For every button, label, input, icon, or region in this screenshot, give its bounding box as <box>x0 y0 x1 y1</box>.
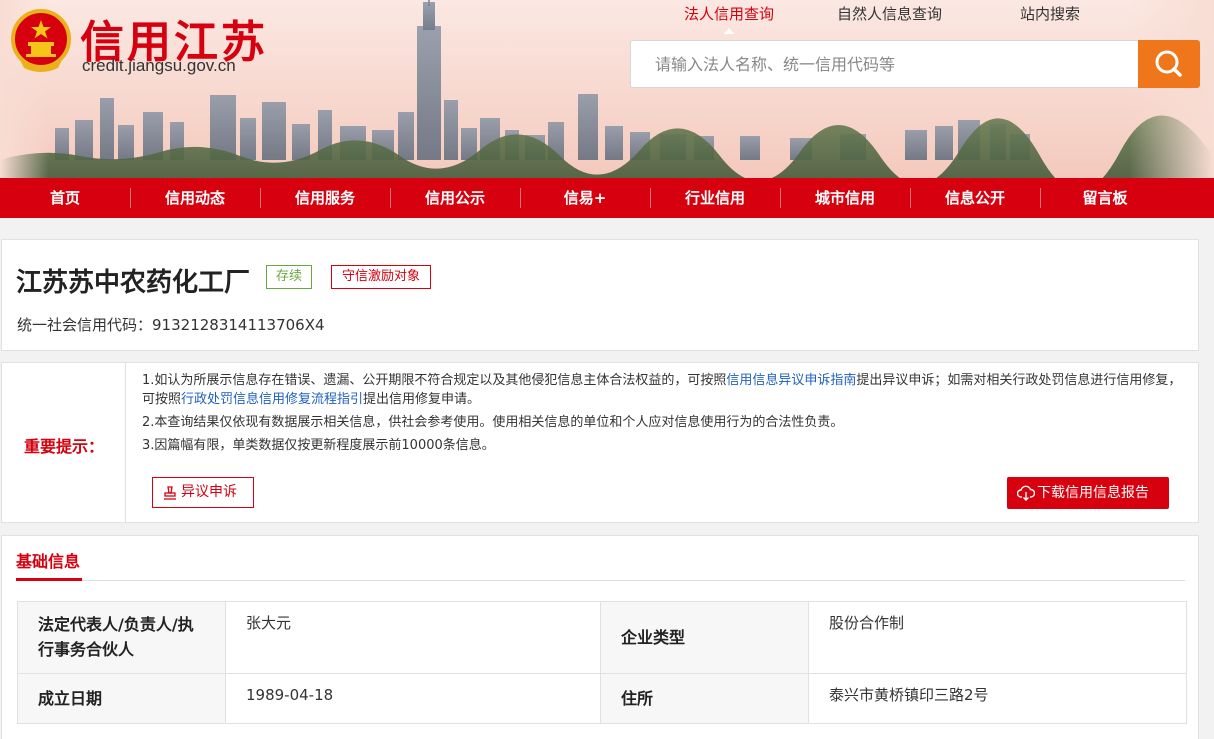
notice-line-2: 2.本查询结果仅依现有数据展示相关信息，供社会参考使用。使用相关信息的单位和个人… <box>142 415 844 430</box>
address-label: 住所 <box>600 673 809 724</box>
site-logo-url: credit.jiangsu.gov.cn <box>82 56 236 75</box>
nav-info-disclosure[interactable]: 信息公开 <box>910 178 1040 218</box>
notice-text: 1.如认为所展示信息存在错误、遗漏、公开期限不符合规定以及其他侵犯信息主体合法权… <box>142 371 1192 459</box>
credit-code-value: 9132128314113706X4 <box>152 316 325 334</box>
nav-message-board[interactable]: 留言板 <box>1040 178 1170 218</box>
search-input[interactable] <box>631 41 1139 87</box>
active-tab-underline <box>16 578 82 581</box>
notice-line-1-part: 1.如认为所展示信息存在错误、遗漏、公开期限不符合规定以及其他侵犯信息主体合法权… <box>142 373 727 388</box>
enterprise-type-label: 企业类型 <box>600 601 809 674</box>
topnav-natural-person-query[interactable]: 自然人信息查询 <box>837 3 942 24</box>
objection-guide-link[interactable]: 信用信息异议申诉指南 <box>726 373 856 388</box>
credit-code-label: 统一社会信用代码： <box>17 316 153 334</box>
honor-badge: 守信激励对象 <box>331 265 432 289</box>
section-divider <box>16 580 1185 581</box>
notice-line-3: 3.因篇幅有限，单类数据仅按更新程度展示前10000条信息。 <box>142 438 495 453</box>
cloud-download-icon <box>1017 485 1035 501</box>
status-badge: 存续 <box>266 265 313 289</box>
nav-home[interactable]: 首页 <box>0 178 130 218</box>
notice-label: 重要提示： <box>24 437 105 456</box>
nav-industry-credit[interactable]: 行业信用 <box>650 178 780 218</box>
search-button[interactable] <box>1138 40 1200 88</box>
establish-date-value: 1989-04-18 <box>225 673 601 724</box>
topnav-legal-credit-query[interactable]: 法人信用查询 <box>684 3 774 34</box>
credit-code-line: 统一社会信用代码：9132128314113706X4 <box>17 314 325 335</box>
top-search-mode-nav: 法人信用查询 自然人信息查询 站内搜索 <box>660 3 1140 34</box>
stamp-icon <box>164 486 176 500</box>
search-icon <box>1155 50 1182 77</box>
national-emblem-icon <box>11 9 71 72</box>
site-header: 信用江苏 credit.jiangsu.gov.cn 法人信用查询 自然人信息查… <box>0 0 1214 178</box>
notice-label-column: 重要提示： <box>2 363 126 522</box>
objection-appeal-button[interactable]: 异议申诉 <box>152 477 254 508</box>
important-notice-panel: 重要提示： 1.如认为所展示信息存在错误、遗漏、公开期限不符合规定以及其他侵犯信… <box>1 362 1199 523</box>
company-name: 江苏苏中农药化工厂 <box>16 268 251 298</box>
notice-line-1-part: 提出信用修复申请。 <box>363 392 481 407</box>
nav-xinyi-plus[interactable]: 信易+ <box>520 178 650 218</box>
legal-representative-value: 张大元 <box>225 601 601 674</box>
nav-city-credit[interactable]: 城市信用 <box>780 178 910 218</box>
notice-line-1: 1.如认为所展示信息存在错误、遗漏、公开期限不符合规定以及其他侵犯信息主体合法权… <box>142 371 1192 409</box>
nav-credit-news[interactable]: 信用动态 <box>130 178 260 218</box>
table-row: 成立日期 1989-04-18 住所 泰兴市黄桥镇印三路2号 <box>17 673 1187 724</box>
nav-credit-services[interactable]: 信用服务 <box>260 178 390 218</box>
tab-basic-info[interactable]: 基础信息 <box>16 548 80 572</box>
nav-credit-publicity[interactable]: 信用公示 <box>390 178 520 218</box>
establish-date-label: 成立日期 <box>17 673 226 724</box>
table-row: 法定代表人/负责人/执行事务合伙人 张大元 企业类型 股份合作制 <box>17 601 1187 674</box>
credit-repair-guide-link[interactable]: 行政处罚信息信用修复流程指引 <box>181 392 363 407</box>
legal-representative-label: 法定代表人/负责人/执行事务合伙人 <box>17 601 226 674</box>
address-value: 泰兴市黄桥镇印三路2号 <box>808 673 1187 724</box>
topnav-site-search[interactable]: 站内搜索 <box>1020 3 1080 24</box>
objection-appeal-label: 异议申诉 <box>181 484 237 500</box>
basic-info-panel: 基础信息 法定代表人/负责人/执行事务合伙人 张大元 企业类型 股份合作制 成立… <box>1 535 1199 739</box>
company-summary-panel: 江苏苏中农药化工厂 存续 守信激励对象 统一社会信用代码：91321283141… <box>1 239 1199 351</box>
basic-info-table: 法定代表人/负责人/执行事务合伙人 张大元 企业类型 股份合作制 成立日期 19… <box>17 601 1187 724</box>
enterprise-type-value: 股份合作制 <box>808 601 1187 674</box>
download-credit-report-label: 下载信用信息报告 <box>1037 485 1149 501</box>
search-box <box>630 40 1200 88</box>
main-nav: 首页 信用动态 信用服务 信用公示 信易+ 行业信用 城市信用 信息公开 留言板 <box>0 178 1214 218</box>
download-credit-report-button[interactable]: 下载信用信息报告 <box>1007 477 1169 509</box>
